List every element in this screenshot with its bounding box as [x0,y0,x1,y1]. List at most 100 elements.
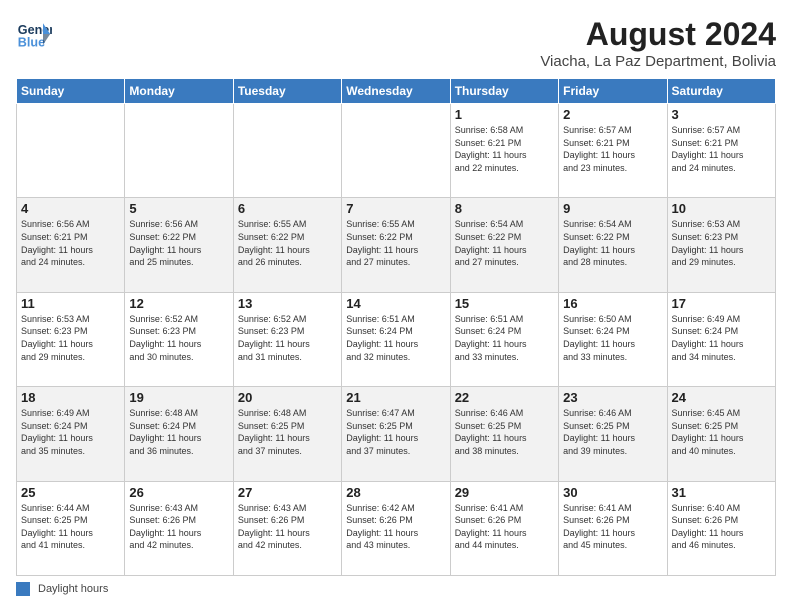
day-info: Sunrise: 6:51 AM Sunset: 6:24 PM Dayligh… [346,313,445,363]
day-info: Sunrise: 6:57 AM Sunset: 6:21 PM Dayligh… [563,124,662,174]
calendar-cell [233,104,341,198]
day-number: 26 [129,485,228,500]
day-info: Sunrise: 6:48 AM Sunset: 6:24 PM Dayligh… [129,407,228,457]
day-number: 13 [238,296,337,311]
calendar-cell: 13Sunrise: 6:52 AM Sunset: 6:23 PM Dayli… [233,292,341,386]
weekday-header-sunday: Sunday [17,79,125,104]
day-number: 16 [563,296,662,311]
day-number: 30 [563,485,662,500]
day-number: 6 [238,201,337,216]
day-info: Sunrise: 6:47 AM Sunset: 6:25 PM Dayligh… [346,407,445,457]
calendar-week-4: 18Sunrise: 6:49 AM Sunset: 6:24 PM Dayli… [17,387,776,481]
day-number: 14 [346,296,445,311]
day-number: 19 [129,390,228,405]
day-number: 18 [21,390,120,405]
calendar-cell: 2 Sunrise: 6:57 AM Sunset: 6:21 PM Daylig… [559,104,667,198]
calendar-cell: 4 Sunrise: 6:56 AM Sunset: 6:21 PM Daylig… [17,198,125,292]
calendar-cell: 19 Sunrise: 6:48 AM Sunset: 6:24 PM Dayli… [125,387,233,481]
day-info: Sunrise: 6:53 AM Sunset: 6:23 PM Dayligh… [21,313,120,363]
calendar-cell: 23 Sunrise: 6:46 AM Sunset: 6:25 PM Dayli… [559,387,667,481]
day-info: Sunrise: 6:46 AM Sunset: 6:25 PM Dayligh… [455,407,554,457]
calendar-cell [17,104,125,198]
day-number: 20 [238,390,337,405]
calendar-cell: 17Sunrise: 6:49 AM Sunset: 6:24 PM Dayli… [667,292,775,386]
day-number: 15 [455,296,554,311]
calendar-cell: 1Sunrise: 6:58 AM Sunset: 6:21 PM Daylig… [450,104,558,198]
calendar-cell: 10Sunrise: 6:53 AM Sunset: 6:23 PM Dayli… [667,198,775,292]
weekday-header-row: SundayMondayTuesdayWednesdayThursdayFrid… [17,79,776,104]
day-number: 9 [563,201,662,216]
sub-title: Viacha, La Paz Department, Bolivia [540,53,776,70]
calendar-cell: 14 Sunrise: 6:51 AM Sunset: 6:24 PM Dayli… [342,292,450,386]
day-number: 28 [346,485,445,500]
day-info: Sunrise: 6:40 AM Sunset: 6:26 PM Dayligh… [672,502,771,552]
calendar-cell: 8Sunrise: 6:54 AM Sunset: 6:22 PM Daylig… [450,198,558,292]
svg-text:Blue: Blue [18,36,45,50]
day-number: 7 [346,201,445,216]
logo-icon: General Blue [16,16,52,52]
day-info: Sunrise: 6:52 AM Sunset: 6:23 PM Dayligh… [129,313,228,363]
day-info: Sunrise: 6:56 AM Sunset: 6:22 PM Dayligh… [129,218,228,268]
day-info: Sunrise: 6:50 AM Sunset: 6:24 PM Dayligh… [563,313,662,363]
weekday-header-thursday: Thursday [450,79,558,104]
day-number: 5 [129,201,228,216]
day-info: Sunrise: 6:41 AM Sunset: 6:26 PM Dayligh… [563,502,662,552]
day-number: 10 [672,201,771,216]
calendar-cell: 18Sunrise: 6:49 AM Sunset: 6:24 PM Dayli… [17,387,125,481]
day-number: 31 [672,485,771,500]
day-info: Sunrise: 6:51 AM Sunset: 6:24 PM Dayligh… [455,313,554,363]
calendar-week-5: 25Sunrise: 6:44 AM Sunset: 6:25 PM Dayli… [17,481,776,575]
calendar-cell: 31 Sunrise: 6:40 AM Sunset: 6:26 PM Dayli… [667,481,775,575]
day-number: 24 [672,390,771,405]
day-info: Sunrise: 6:42 AM Sunset: 6:26 PM Dayligh… [346,502,445,552]
legend-color-box [16,582,30,596]
day-info: Sunrise: 6:41 AM Sunset: 6:26 PM Dayligh… [455,502,554,552]
weekday-header-monday: Monday [125,79,233,104]
day-info: Sunrise: 6:44 AM Sunset: 6:25 PM Dayligh… [21,502,120,552]
day-info: Sunrise: 6:43 AM Sunset: 6:26 PM Dayligh… [238,502,337,552]
day-info: Sunrise: 6:57 AM Sunset: 6:21 PM Dayligh… [672,124,771,174]
weekday-header-tuesday: Tuesday [233,79,341,104]
page: General Blue August 2024 Viacha, La Paz … [0,0,792,612]
calendar-cell: 20 Sunrise: 6:48 AM Sunset: 6:25 PM Dayli… [233,387,341,481]
calendar-cell: 11 Sunrise: 6:53 AM Sunset: 6:23 PM Dayli… [17,292,125,386]
day-number: 11 [21,296,120,311]
day-number: 27 [238,485,337,500]
day-number: 29 [455,485,554,500]
day-info: Sunrise: 6:48 AM Sunset: 6:25 PM Dayligh… [238,407,337,457]
day-number: 12 [129,296,228,311]
day-number: 3 [672,107,771,122]
calendar-cell: 26Sunrise: 6:43 AM Sunset: 6:26 PM Dayli… [125,481,233,575]
calendar-cell: 27 Sunrise: 6:43 AM Sunset: 6:26 PM Dayli… [233,481,341,575]
day-info: Sunrise: 6:55 AM Sunset: 6:22 PM Dayligh… [238,218,337,268]
calendar-cell: 9 Sunrise: 6:54 AM Sunset: 6:22 PM Daylig… [559,198,667,292]
calendar-cell: 16 Sunrise: 6:50 AM Sunset: 6:24 PM Dayli… [559,292,667,386]
calendar-cell: 22Sunrise: 6:46 AM Sunset: 6:25 PM Dayli… [450,387,558,481]
day-number: 21 [346,390,445,405]
weekday-header-friday: Friday [559,79,667,104]
weekday-header-wednesday: Wednesday [342,79,450,104]
calendar-cell: 6 Sunrise: 6:55 AM Sunset: 6:22 PM Daylig… [233,198,341,292]
day-info: Sunrise: 6:55 AM Sunset: 6:22 PM Dayligh… [346,218,445,268]
day-number: 4 [21,201,120,216]
day-number: 23 [563,390,662,405]
calendar-cell: 25Sunrise: 6:44 AM Sunset: 6:25 PM Dayli… [17,481,125,575]
calendar-cell: 30 Sunrise: 6:41 AM Sunset: 6:26 PM Dayli… [559,481,667,575]
calendar-cell [125,104,233,198]
day-info: Sunrise: 6:49 AM Sunset: 6:24 PM Dayligh… [672,313,771,363]
day-info: Sunrise: 6:46 AM Sunset: 6:25 PM Dayligh… [563,407,662,457]
day-info: Sunrise: 6:54 AM Sunset: 6:22 PM Dayligh… [563,218,662,268]
calendar-week-2: 4 Sunrise: 6:56 AM Sunset: 6:21 PM Daylig… [17,198,776,292]
main-title: August 2024 [540,16,776,53]
day-info: Sunrise: 6:56 AM Sunset: 6:21 PM Dayligh… [21,218,120,268]
day-info: Sunrise: 6:45 AM Sunset: 6:25 PM Dayligh… [672,407,771,457]
calendar-week-1: 1Sunrise: 6:58 AM Sunset: 6:21 PM Daylig… [17,104,776,198]
day-number: 8 [455,201,554,216]
logo: General Blue [16,16,52,52]
calendar-cell: 15 Sunrise: 6:51 AM Sunset: 6:24 PM Dayli… [450,292,558,386]
calendar-cell: 5 Sunrise: 6:56 AM Sunset: 6:22 PM Daylig… [125,198,233,292]
title-block: August 2024 Viacha, La Paz Department, B… [540,16,776,70]
day-info: Sunrise: 6:58 AM Sunset: 6:21 PM Dayligh… [455,124,554,174]
calendar-week-3: 11 Sunrise: 6:53 AM Sunset: 6:23 PM Dayli… [17,292,776,386]
day-number: 2 [563,107,662,122]
